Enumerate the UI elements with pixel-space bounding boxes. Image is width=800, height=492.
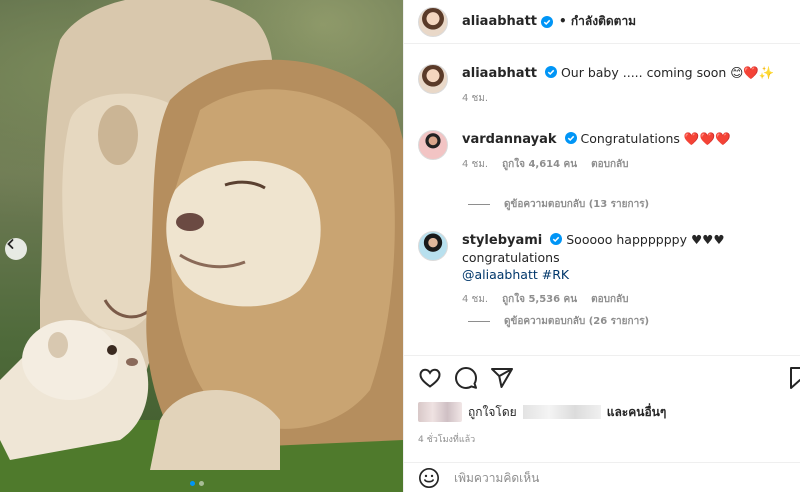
post-header: aliaabhatt • กำลังติดตาม bbox=[404, 0, 800, 44]
carousel-indicator bbox=[190, 481, 204, 486]
comment-item: stylebyami Sooooo happppppy ♥♥♥ congratu… bbox=[418, 231, 798, 307]
post-timestamp[interactable]: 4 ชั่วโมงที่แล้ว bbox=[418, 432, 475, 446]
comment-mention[interactable]: @aliaabhatt #RK bbox=[462, 267, 569, 282]
avatar[interactable] bbox=[418, 130, 448, 160]
verified-badge-icon bbox=[544, 66, 557, 78]
comment-meta: 4 ชม. ถูกใจ 5,536 คน ตอบกลับ bbox=[462, 292, 792, 307]
caption: aliaabhatt Our baby ..... coming soon 😊❤… bbox=[418, 64, 798, 106]
heart-icon[interactable] bbox=[418, 366, 442, 390]
comment-text: Congratulations ❤️❤️❤️ bbox=[580, 131, 731, 146]
reply-button[interactable]: ตอบกลับ bbox=[591, 157, 628, 172]
liked-by-row: ถูกใจโดย และคนอื่นๆ bbox=[418, 402, 666, 422]
comment-line: vardannayak Congratulations ❤️❤️❤️ bbox=[462, 130, 792, 148]
carousel-dot bbox=[199, 481, 204, 486]
and-others-link[interactable]: และคนอื่นๆ bbox=[607, 403, 667, 422]
avatar[interactable] bbox=[418, 231, 448, 261]
following-button[interactable]: • กำลังติดตาม bbox=[559, 12, 636, 31]
lion-family-photo bbox=[0, 0, 403, 492]
reply-button[interactable]: ตอบกลับ bbox=[591, 292, 628, 307]
view-replies-label: ดูข้อความตอบกลับ (13 รายการ) bbox=[504, 199, 650, 210]
liked-by-avatars[interactable] bbox=[418, 402, 462, 422]
chevron-left-icon bbox=[7, 239, 14, 249]
liked-by-label: ถูกใจโดย bbox=[468, 404, 517, 419]
view-replies-label: ดูข้อความตอบกลับ (26 รายการ) bbox=[504, 316, 650, 327]
caption-meta: 4 ชม. bbox=[462, 91, 792, 106]
caption-time[interactable]: 4 ชม. bbox=[462, 91, 488, 106]
comment-username[interactable]: vardannayak bbox=[462, 132, 557, 147]
comment-icon[interactable] bbox=[454, 366, 478, 390]
caption-text: Our baby ..... coming soon 😊❤️✨ bbox=[560, 65, 775, 80]
smiley-icon[interactable] bbox=[418, 467, 440, 489]
comment-body: vardannayak Congratulations ❤️❤️❤️ 4 ชม.… bbox=[462, 130, 792, 172]
verified-badge-icon bbox=[550, 233, 563, 245]
caption-line: aliaabhatt Our baby ..... coming soon 😊❤… bbox=[462, 64, 792, 82]
divider bbox=[468, 204, 490, 205]
avatar[interactable] bbox=[418, 6, 448, 37]
carousel-dot-active bbox=[190, 481, 195, 486]
comment-meta: 4 ชม. ถูกใจ 4,614 คน ตอบกลับ bbox=[462, 157, 792, 172]
comments-list[interactable]: aliaabhatt Our baby ..... coming soon 😊❤… bbox=[404, 44, 800, 356]
bookmark-icon[interactable] bbox=[788, 366, 800, 390]
comment-line: stylebyami Sooooo happppppy ♥♥♥ congratu… bbox=[462, 231, 792, 283]
comment-item: vardannayak Congratulations ❤️❤️❤️ 4 ชม.… bbox=[418, 130, 798, 172]
avatar[interactable] bbox=[418, 64, 448, 94]
comment-time[interactable]: 4 ชม. bbox=[462, 292, 488, 307]
add-comment-bar bbox=[404, 462, 800, 492]
post-image[interactable] bbox=[0, 0, 403, 492]
view-replies-button[interactable]: ดูข้อความตอบกลับ (26 รายการ) bbox=[468, 314, 649, 329]
comment-body: stylebyami Sooooo happppppy ♥♥♥ congratu… bbox=[462, 231, 792, 307]
divider bbox=[468, 321, 490, 322]
caption-username[interactable]: aliaabhatt bbox=[462, 66, 537, 81]
action-bar bbox=[404, 358, 800, 396]
post-sidebar: aliaabhatt • กำลังติดตาม aliaabhatt Our … bbox=[403, 0, 800, 492]
carousel-prev-button[interactable] bbox=[5, 238, 27, 260]
verified-badge-icon bbox=[541, 15, 553, 28]
view-replies-button[interactable]: ดูข้อความตอบกลับ (13 รายการ) bbox=[468, 197, 649, 212]
comment-username[interactable]: stylebyami bbox=[462, 233, 542, 248]
share-icon[interactable] bbox=[490, 366, 514, 390]
comment-likes[interactable]: ถูกใจ 5,536 คน bbox=[502, 292, 577, 307]
caption-body: aliaabhatt Our baby ..... coming soon 😊❤… bbox=[462, 64, 792, 106]
comment-input[interactable] bbox=[454, 470, 754, 485]
post-author-username[interactable]: aliaabhatt bbox=[462, 14, 537, 29]
comment-likes[interactable]: ถูกใจ 4,614 คน bbox=[502, 157, 577, 172]
liked-by-username[interactable] bbox=[522, 405, 601, 419]
comment-time[interactable]: 4 ชม. bbox=[462, 157, 488, 172]
verified-badge-icon bbox=[564, 132, 577, 144]
